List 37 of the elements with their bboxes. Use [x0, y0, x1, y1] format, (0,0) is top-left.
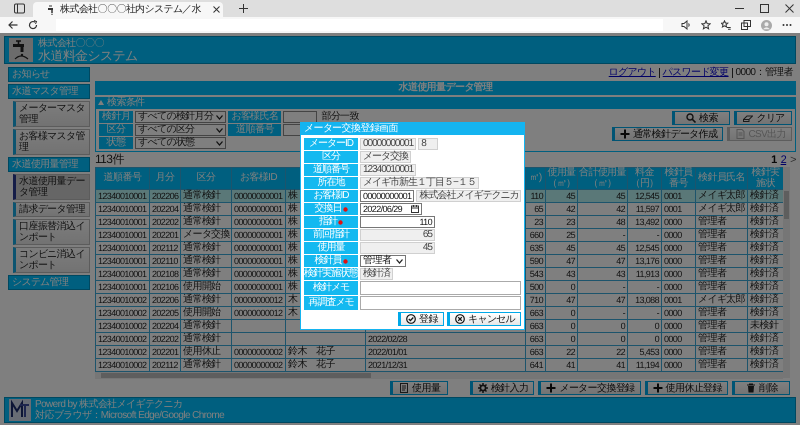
readonly-field: 00000000001 — [360, 138, 416, 150]
result-count: 113件 — [95, 153, 124, 166]
readonly-field: 45 — [360, 242, 435, 254]
footer-text: 対応ブラウザ：Microsoft Edge/Google Chrome — [35, 410, 224, 421]
hint-text: 部分一致 — [320, 111, 360, 122]
page-title: 水道使用量データ管理 — [95, 81, 796, 95]
label-text: 使用量 — [318, 242, 344, 254]
footer-text: Powerd by 株式会社メイギテクニカ — [35, 399, 184, 410]
readonly-field: 検針済 — [360, 268, 393, 280]
readonly-field: メイギ市新生１丁目５−１５ — [360, 177, 479, 189]
label-text: 指針 — [319, 216, 337, 228]
readonly-field: 12340010001 — [360, 164, 416, 176]
filter-label: 道順番号 — [228, 124, 282, 136]
label-text: 再調査メモ — [308, 297, 354, 309]
label-text: 所在地 — [318, 177, 344, 189]
company-name: 株式会社〇〇〇 — [38, 38, 105, 48]
readonly-field: メータ交換 — [360, 151, 411, 163]
label-text: 検針実施状態 — [304, 268, 358, 280]
filter-label: 検針月 — [99, 111, 134, 123]
label-text: 前回指針 — [313, 229, 349, 241]
filter-label: 状態 — [99, 137, 134, 149]
label-text: 検針員 — [314, 255, 342, 267]
filter-label: 区分 — [99, 124, 134, 136]
label-text: メーターID — [309, 138, 353, 150]
system-title: 水道料金システム — [38, 48, 138, 62]
readonly-field: 8 — [418, 138, 438, 150]
search-title: 検索条件 — [107, 97, 145, 108]
label-text: 道順番号 — [313, 164, 349, 176]
user-label: 0000：管理者 — [732, 68, 796, 78]
label-text: 検針メモ — [313, 282, 349, 294]
label-text: 区分 — [322, 151, 340, 163]
readonly-field: 65 — [360, 229, 435, 241]
label-text: 交換日 — [314, 203, 342, 215]
filter-label: お客様氏名 — [228, 111, 282, 123]
label-text: お客様ID — [314, 190, 348, 202]
dialog-title: メーター交換登録画面 — [301, 123, 524, 135]
readonly-field: 株式会社メイギテクニカ — [416, 190, 521, 202]
